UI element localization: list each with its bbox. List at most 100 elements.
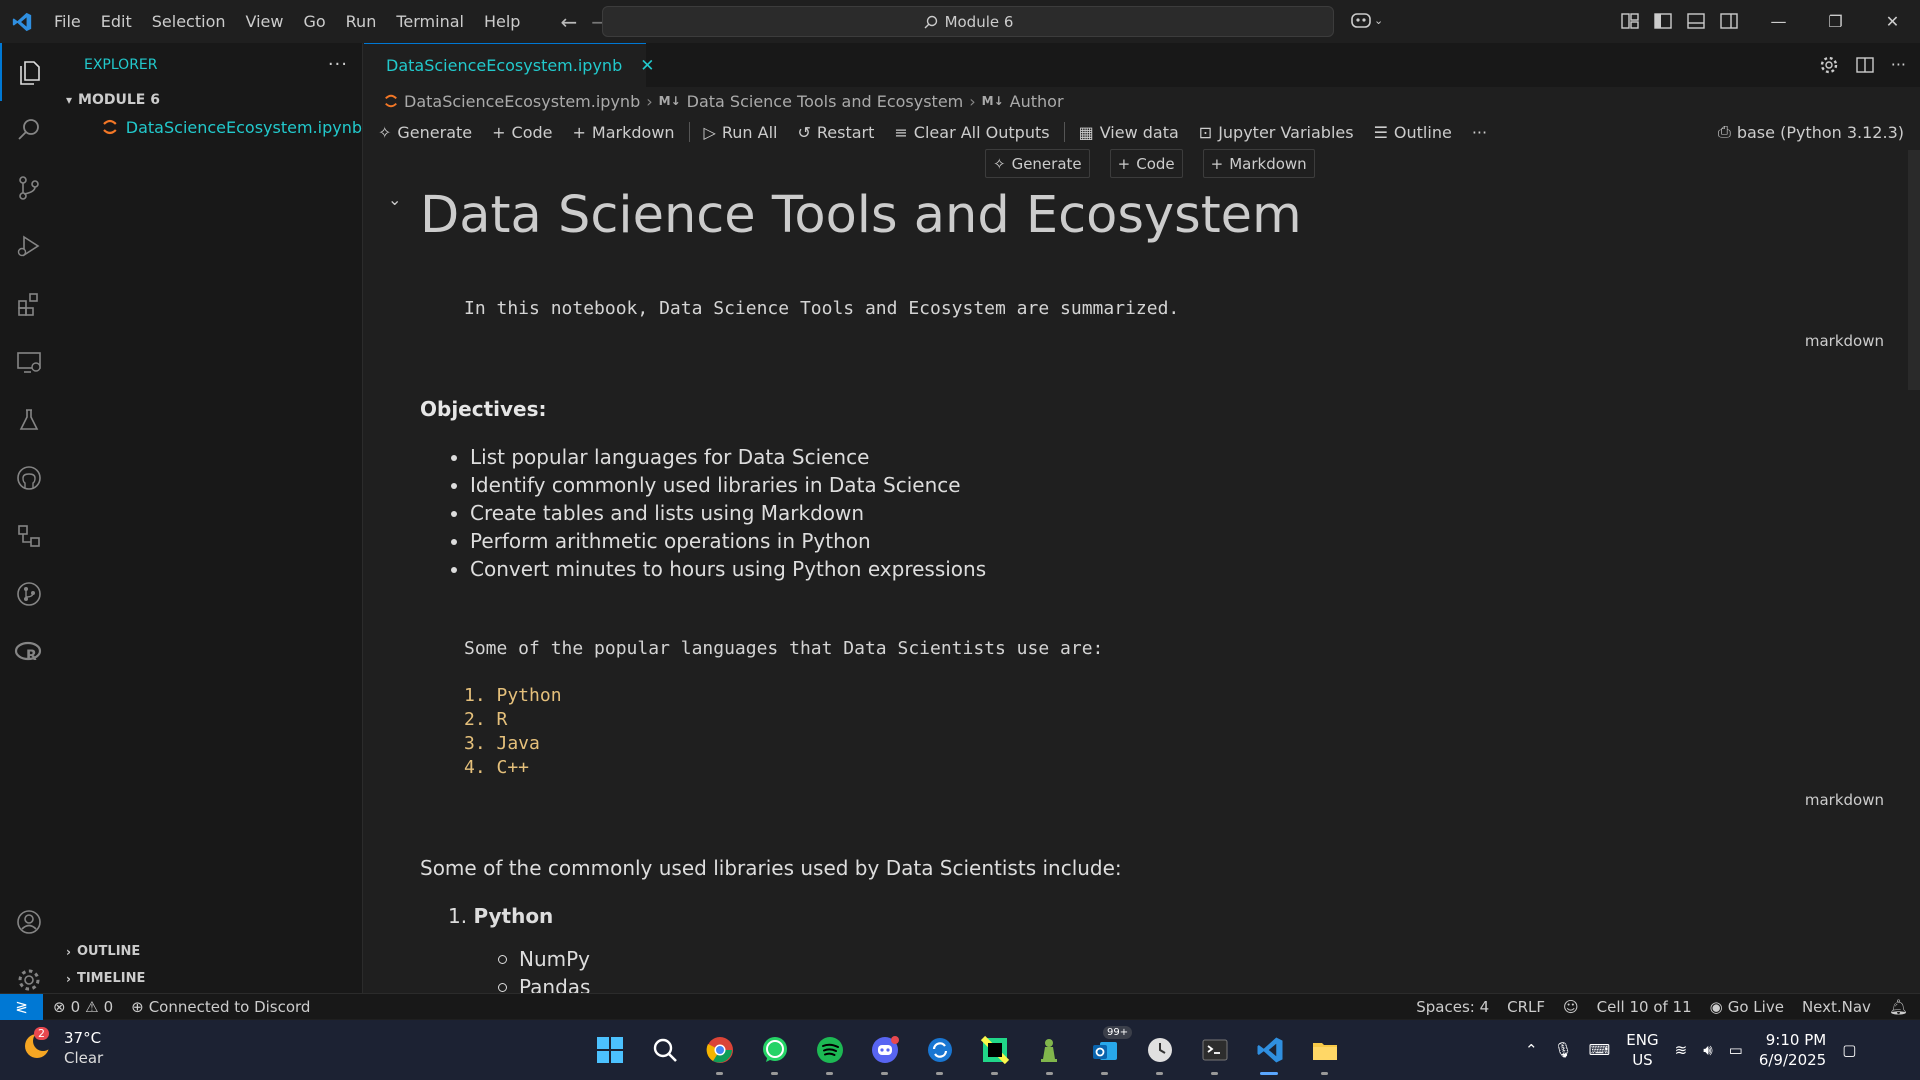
customize-layout-icon[interactable] (1620, 11, 1640, 31)
terminal-app[interactable] (1187, 1020, 1242, 1080)
split-editor-icon[interactable] (1855, 55, 1875, 75)
gear-icon (18, 969, 40, 991)
spotify-app[interactable] (802, 1020, 857, 1080)
cell-type-label[interactable]: markdown (1805, 332, 1884, 350)
github-icon (17, 466, 41, 490)
notification-center-icon[interactable]: ▢ (1842, 1041, 1856, 1059)
folder-module-6[interactable]: ▾ MODULE 6 (58, 86, 362, 114)
extensions-activity[interactable] (0, 275, 58, 333)
explorer-activity[interactable] (0, 43, 58, 101)
microphone-icon[interactable]: 🎙︎ (1554, 1041, 1573, 1059)
taskbar-search-button[interactable] (637, 1020, 692, 1080)
remote-explorer-activity[interactable] (0, 333, 58, 391)
toggle-primary-sidebar-icon[interactable] (1653, 11, 1673, 31)
command-center-search[interactable]: Module 6 (602, 6, 1334, 37)
breadcrumb-file[interactable]: DataScienceEcosystem.ipynb (404, 92, 640, 111)
discord-status[interactable]: ⊕ Connected to Discord (131, 998, 310, 1016)
search-icon (18, 119, 39, 140)
source-control-activity[interactable] (0, 159, 58, 217)
outlook-app[interactable]: 99+ (1077, 1020, 1133, 1080)
restart-button[interactable]: ↺ Restart (797, 123, 874, 142)
outline-button[interactable]: ☰ Outline (1374, 123, 1452, 142)
chevron-up-icon[interactable]: ⌃ (1525, 1041, 1538, 1059)
timeline-label: TIMELINE (76, 971, 146, 986)
copilot-status-icon[interactable]: ☺ (1563, 998, 1579, 1016)
collapse-chevron-icon[interactable]: ⌄ (388, 190, 401, 209)
menu-terminal[interactable]: Terminal (386, 0, 474, 43)
jupyter-variables-button[interactable]: ⊡ Jupyter Variables (1199, 123, 1354, 142)
add-code-button[interactable]: + Code (492, 123, 552, 142)
wifi-icon[interactable]: ≋ (1675, 1041, 1688, 1059)
git-graph-activity[interactable] (0, 565, 58, 623)
back-arrow-icon[interactable]: ← (560, 10, 577, 34)
menu-selection[interactable]: Selection (142, 0, 236, 43)
clear-outputs-button[interactable]: ≡ Clear All Outputs (894, 123, 1049, 142)
chess-app[interactable] (1022, 1020, 1077, 1080)
clock[interactable]: 9:10 PM 6/9/2025 (1759, 1030, 1826, 1070)
testing-activity[interactable] (0, 391, 58, 449)
whatsapp-app[interactable] (747, 1020, 802, 1080)
menu-file[interactable]: File (44, 0, 91, 43)
timeline-section[interactable]: › TIMELINE (58, 965, 363, 992)
pycharm-app[interactable] (967, 1020, 1022, 1080)
toggle-panel-icon[interactable] (1686, 11, 1706, 31)
copilot-button[interactable]: ⌄ (1350, 10, 1383, 30)
cell-type-label[interactable]: markdown (1805, 791, 1884, 809)
keyboard-icon[interactable]: ⌨ (1589, 1041, 1611, 1059)
toggle-secondary-sidebar-icon[interactable] (1719, 11, 1739, 31)
kernel-picker[interactable]: ⎙ base (Python 3.12.3) (1718, 117, 1904, 147)
menu-edit[interactable]: Edit (91, 0, 142, 43)
weather-widget[interactable]: 2 37°C Clear (22, 1027, 103, 1068)
tab-notebook[interactable]: DataScienceEcosystem.ipynb ✕ (364, 43, 654, 87)
breadcrumb-author[interactable]: Author (1010, 92, 1064, 111)
list-item: 2. R (464, 709, 508, 730)
restore-button[interactable]: ❐ (1807, 0, 1864, 43)
run-debug-activity[interactable] (0, 217, 58, 275)
search-activity[interactable] (0, 101, 58, 159)
go-live-button[interactable]: ◉ Go Live (1710, 998, 1784, 1016)
chrome-app[interactable] (692, 1020, 747, 1080)
battery-icon[interactable]: ▭ (1729, 1041, 1743, 1059)
file-item-notebook[interactable]: DataScienceEcosystem.ipynb (58, 114, 362, 140)
start-button[interactable] (582, 1020, 637, 1080)
run-all-button[interactable]: ▷ Run All (704, 123, 778, 142)
github-activity[interactable] (0, 449, 58, 507)
more-actions-icon[interactable]: ··· (328, 54, 348, 75)
volume-icon[interactable]: 🔊︎ (1703, 1041, 1712, 1059)
breadcrumb-section[interactable]: Data Science Tools and Ecosystem (687, 92, 964, 111)
vscode-app[interactable] (1242, 1020, 1297, 1080)
problems-indicator[interactable]: ⊗ 0 ⚠ 0 (53, 998, 113, 1016)
clock-app[interactable] (1132, 1020, 1187, 1080)
add-markdown-button[interactable]: + Markdown (573, 123, 675, 142)
close-window-button[interactable]: ✕ (1864, 0, 1920, 43)
settings-gear-icon[interactable] (1819, 55, 1839, 75)
menu-run[interactable]: Run (336, 0, 387, 43)
indentation-status[interactable]: Spaces: 4 (1416, 998, 1489, 1016)
notifications-bell-icon[interactable]: 🔔︎ (1889, 998, 1908, 1016)
more-toolbar-icon[interactable]: ··· (1472, 123, 1487, 142)
menu-view[interactable]: View (236, 0, 294, 43)
minimize-button[interactable]: — (1750, 0, 1807, 43)
remote-indicator-icon[interactable]: ≷ (0, 993, 43, 1020)
menu-go[interactable]: Go (293, 0, 335, 43)
view-data-button[interactable]: ▦ View data (1079, 123, 1179, 142)
generate-button[interactable]: ✧ Generate (378, 123, 472, 142)
close-tab-icon[interactable]: ✕ (640, 56, 654, 76)
file-explorer-app[interactable] (1297, 1020, 1352, 1080)
language-indicator[interactable]: ENG US (1626, 1030, 1658, 1070)
cell-position[interactable]: Cell 10 of 11 (1597, 998, 1692, 1016)
eol-status[interactable]: CRLF (1507, 998, 1545, 1016)
outline-section[interactable]: › OUTLINE (58, 938, 363, 965)
notebook-editor[interactable]: ⌄ Data Science Tools and Ecosystem In th… (364, 150, 1904, 1005)
project-manager-activity[interactable] (0, 507, 58, 565)
editor-scrollbar[interactable] (1908, 150, 1920, 390)
accounts-activity[interactable] (0, 893, 58, 951)
discord-app[interactable] (857, 1020, 912, 1080)
r-language-activity[interactable]: R (0, 623, 58, 681)
menu-help[interactable]: Help (474, 0, 530, 43)
more-actions-icon[interactable]: ··· (1891, 55, 1906, 75)
outlook-badge: 99+ (1103, 1026, 1133, 1039)
next-nav-status[interactable]: Next.Nav (1802, 998, 1871, 1016)
search-icon (924, 15, 937, 28)
sync-app[interactable] (912, 1020, 967, 1080)
